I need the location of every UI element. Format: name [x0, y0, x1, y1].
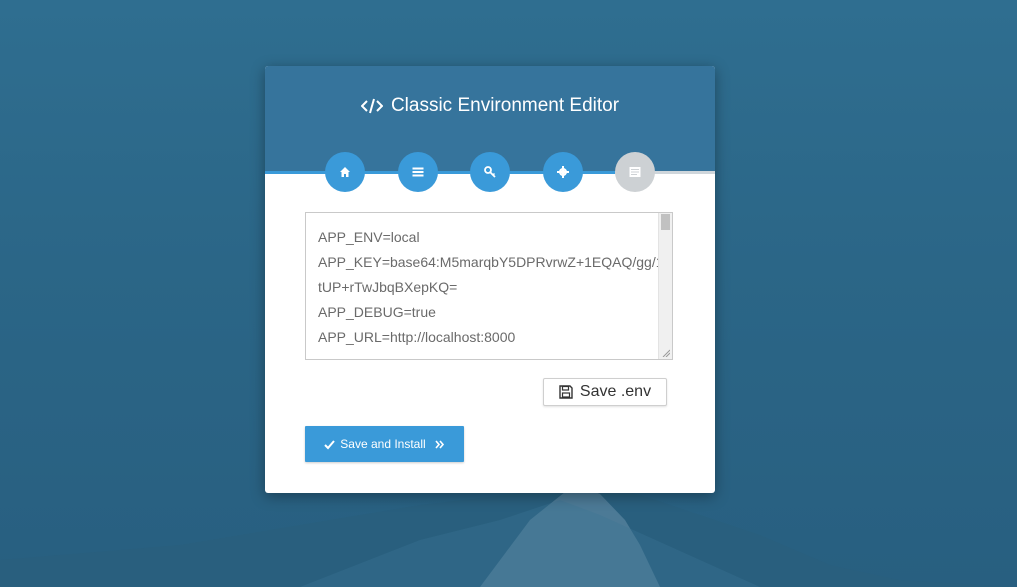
step-requirements[interactable] — [398, 152, 438, 192]
list-icon — [412, 167, 424, 177]
env-content: APP_ENV=local APP_KEY=base64:M5marqbY5DP… — [318, 225, 658, 350]
file-text-icon — [629, 167, 641, 177]
double-chevron-right-icon — [435, 439, 444, 449]
step-environment[interactable] — [615, 152, 655, 192]
env-line: tUP+rTwJbqBXepKQ= — [318, 279, 458, 295]
step-home[interactable] — [325, 152, 365, 192]
save-install-label: Save and Install — [340, 437, 426, 451]
floppy-disk-icon — [559, 385, 573, 399]
scrollbar[interactable] — [658, 213, 672, 359]
page-title-text: Classic Environment Editor — [390, 95, 620, 116]
save-env-label: Save .env — [579, 383, 652, 400]
env-line: APP_ENV=local — [318, 229, 420, 245]
save-and-install-button[interactable]: Save and Install — [305, 426, 464, 462]
env-line: APP_URL=http://localhost:8000 — [318, 329, 516, 345]
key-icon — [484, 166, 496, 178]
code-icon — [360, 98, 383, 114]
env-line: APP_KEY=base64:M5marqbY5DPRvrwZ+1EQAQ/gg… — [318, 254, 658, 270]
check-icon — [324, 439, 336, 449]
gear-icon — [557, 166, 569, 178]
step-settings[interactable] — [543, 152, 583, 192]
step-permissions[interactable] — [470, 152, 510, 192]
env-textarea[interactable]: APP_ENV=local APP_KEY=base64:M5marqbY5DP… — [305, 212, 673, 360]
page-title: Classic Environment Editor — [265, 94, 715, 118]
scrollbar-thumb[interactable] — [661, 214, 670, 230]
resize-handle-icon[interactable] — [662, 349, 670, 357]
home-icon — [340, 167, 350, 177]
env-line: APP_DEBUG=true — [318, 304, 436, 320]
save-env-button[interactable]: Save .env — [543, 378, 667, 406]
installer-card: Classic Environment Editor APP_ENV=local… — [265, 66, 715, 493]
